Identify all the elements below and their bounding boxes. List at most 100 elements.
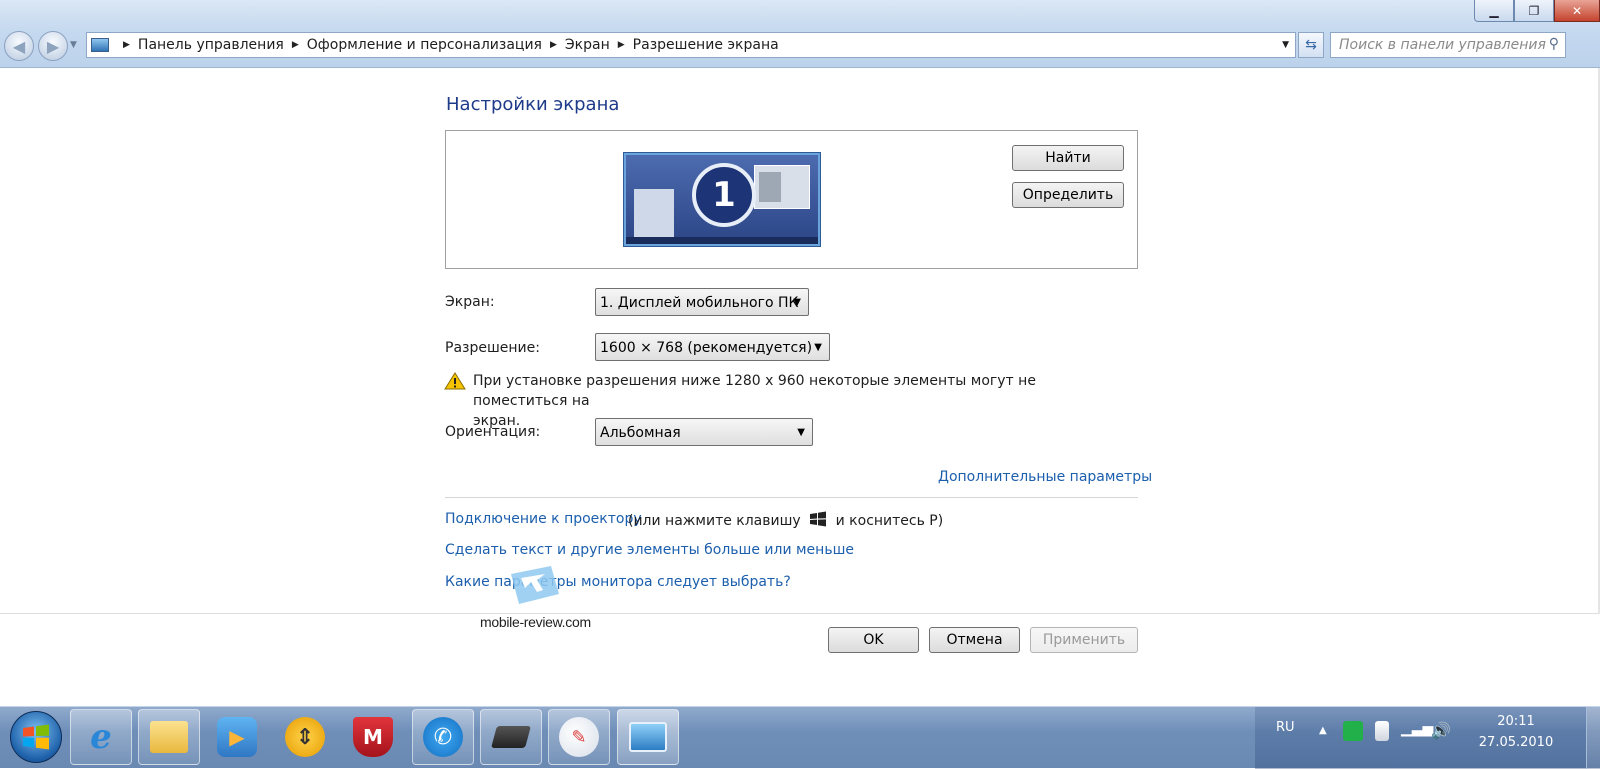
monitor-1-icon[interactable]: 1 (624, 153, 820, 246)
forward-arrow-icon: ▶ (46, 36, 60, 56)
breadcrumb-arrow-icon[interactable]: ▶ (618, 40, 625, 50)
folder-icon (150, 721, 188, 753)
signal-strength-icon[interactable]: ▁▃▅ (1401, 721, 1433, 741)
clock-date: 27.05.2010 (1478, 735, 1554, 750)
volume-icon[interactable]: 🔊 (1431, 721, 1451, 741)
window-controls: ▁ ❐ ✕ (1474, 0, 1600, 22)
restore-button[interactable]: ❐ (1514, 0, 1554, 22)
screen-label: Экран: (445, 294, 495, 310)
search-icon[interactable]: ⚲ (1549, 36, 1559, 52)
taskbar-paint[interactable]: ✎ (548, 709, 610, 765)
projector-hint-before: (или нажмите клавишу (628, 513, 801, 529)
monitor-taskbar-graphic (626, 237, 818, 244)
breadcrumb-arrow-icon[interactable]: ▶ (292, 40, 299, 50)
identify-button[interactable]: Определить (1012, 182, 1124, 208)
page-title: Настройки экрана (446, 94, 620, 115)
language-indicator[interactable]: RU (1276, 720, 1295, 735)
breadcrumb-arrow-icon[interactable]: ▶ (550, 40, 557, 50)
clock[interactable]: 20:11 27.05.2010 (1466, 711, 1566, 753)
resolution-select[interactable]: 1600 × 768 (рекомендуется) ▼ (595, 333, 830, 361)
chevron-down-icon: ▼ (814, 342, 822, 353)
show-desktop-button[interactable] (1586, 707, 1600, 769)
address-dropdown-icon[interactable]: ▼ (1282, 40, 1289, 50)
screen-select[interactable]: 1. Дисплей мобильного ПК ▼ (595, 288, 809, 316)
media-player-icon: ▶ (217, 717, 257, 757)
mcafee-icon: M (353, 717, 393, 757)
orientation-label: Ориентация: (445, 424, 541, 440)
screen-select-value: 1. Дисплей мобильного ПК (600, 295, 799, 311)
orientation-select[interactable]: Альбомная ▼ (595, 418, 813, 446)
taskbar-mcafee[interactable]: M (342, 709, 404, 765)
search-placeholder: Поиск в панели управления (1339, 37, 1546, 53)
refresh-icon: ⇆ (1305, 37, 1317, 53)
projector-hint: (или нажмите клавишу и коснитесь P) (628, 511, 943, 529)
clock-time: 20:11 (1497, 714, 1535, 729)
breadcrumb-arrow-icon[interactable]: ▶ (123, 40, 130, 50)
breadcrumb-display[interactable]: Экран (565, 37, 610, 53)
network-sync-icon[interactable] (1343, 721, 1363, 741)
projector-link[interactable]: Подключение к проектору (445, 511, 642, 527)
taskbar: e ▶ ⇕ M ✆ ✎ RU ▲ ▁▃▅ 🔊 20:11 27.05.2010 (0, 706, 1600, 769)
footer-divider (0, 613, 1600, 614)
restore-icon: ❐ (1528, 3, 1540, 18)
breadcrumb-screen-resolution[interactable]: Разрешение экрана (633, 37, 779, 53)
forward-button[interactable]: ▶ (38, 31, 68, 61)
window-chrome: ▁ ❐ ✕ ◀ ▶ ▼ ▶ Панель управления ▶ Оформл… (0, 0, 1600, 68)
phone-icon: ✆ (423, 717, 463, 757)
monitor-window-pane (759, 172, 781, 202)
divider (445, 497, 1138, 498)
address-bar[interactable]: ▶ Панель управления ▶ Оформление и персо… (86, 32, 1296, 58)
search-input[interactable]: Поиск в панели управления ⚲ (1330, 32, 1566, 58)
paint-icon: ✎ (559, 717, 599, 757)
warning-line-1: При установке разрешения ниже 1280 x 960… (473, 373, 1036, 409)
chevron-down-icon: ▼ (797, 427, 805, 438)
taskbar-phone[interactable]: ✆ (412, 709, 474, 765)
back-button[interactable]: ◀ (4, 31, 34, 61)
windows-logo-icon (23, 724, 49, 750)
cancel-button[interactable]: Отмена (929, 627, 1020, 653)
breadcrumb: ▶ Панель управления ▶ Оформление и персо… (115, 37, 779, 53)
taskbar-explorer[interactable] (138, 709, 200, 765)
advanced-settings-link[interactable]: Дополнительные параметры (938, 469, 1152, 485)
refresh-button[interactable]: ⇆ (1298, 32, 1324, 58)
text-size-link[interactable]: Сделать текст и другие элементы больше и… (445, 542, 854, 558)
close-icon: ✕ (1571, 3, 1583, 18)
resolution-select-value: 1600 × 768 (рекомендуется) (600, 340, 813, 356)
minimize-icon: ▁ (1489, 3, 1499, 18)
taskbar-internet-explorer[interactable]: e (70, 709, 132, 765)
display-preview: 1 Найти Определить (445, 130, 1138, 269)
windows-key-icon (810, 511, 827, 527)
minimize-button[interactable]: ▁ (1474, 0, 1514, 22)
control-panel-icon (629, 722, 667, 752)
monitor-number-badge: 1 (692, 163, 756, 227)
projector-hint-after: и коснитесь P) (835, 513, 944, 529)
close-button[interactable]: ✕ (1554, 0, 1600, 22)
chevron-down-icon: ▼ (793, 297, 801, 308)
battery-icon[interactable] (1375, 721, 1389, 741)
mobile-review-logo (511, 566, 559, 604)
detect-button[interactable]: Найти (1012, 145, 1124, 171)
taskbar-tablet-pen[interactable] (480, 709, 542, 765)
ok-button[interactable]: OK (828, 627, 919, 653)
tablet-pen-icon (491, 726, 531, 748)
warning-icon (444, 372, 466, 390)
resolution-label: Разрешение: (445, 340, 540, 356)
breadcrumb-control-panel[interactable]: Панель управления (138, 37, 284, 53)
taskbar-sync[interactable]: ⇕ (274, 709, 336, 765)
show-hidden-icons-icon[interactable]: ▲ (1319, 725, 1327, 736)
internet-explorer-icon: e (90, 717, 112, 757)
monitor-start-menu-graphic (634, 189, 674, 239)
taskbar-media-player[interactable]: ▶ (206, 709, 268, 765)
start-button[interactable] (10, 711, 62, 763)
breadcrumb-appearance[interactable]: Оформление и персонализация (307, 37, 542, 53)
orientation-select-value: Альбомная (600, 425, 681, 441)
recent-pages-dropdown[interactable]: ▼ (70, 40, 77, 50)
watermark-text: mobile-review.com (480, 614, 591, 630)
monitor-help-link[interactable]: Какие параметры монитора следует выбрать… (445, 574, 791, 590)
back-arrow-icon: ◀ (12, 36, 26, 56)
apply-button: Применить (1030, 627, 1138, 653)
control-panel-icon (91, 38, 109, 52)
sync-icon: ⇕ (285, 717, 325, 757)
monitor-window-graphic (754, 165, 810, 209)
taskbar-control-panel[interactable] (617, 709, 679, 765)
